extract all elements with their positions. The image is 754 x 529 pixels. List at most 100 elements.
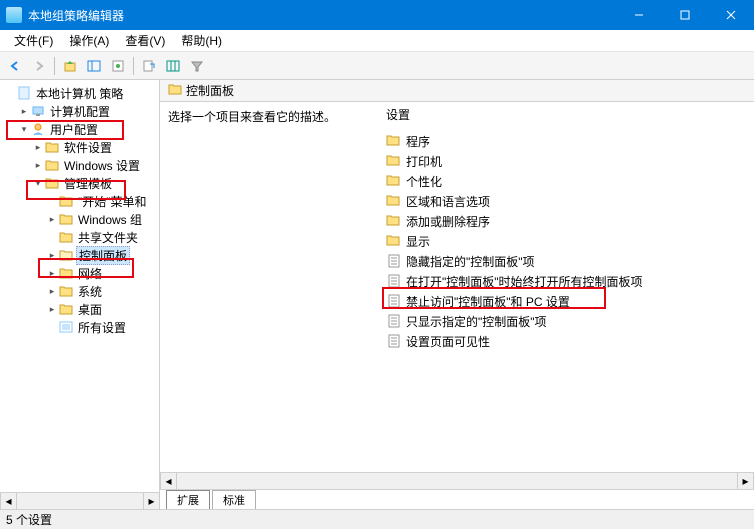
folder-icon	[386, 154, 402, 168]
tree-network[interactable]: ▸ 网络	[4, 264, 159, 282]
folder-icon	[386, 134, 402, 148]
horizontal-scrollbar[interactable]: ◂ ▸	[160, 472, 754, 489]
user-icon	[30, 122, 46, 136]
caret-right-icon: ▸	[46, 285, 58, 297]
folder-icon	[168, 83, 182, 98]
folder-icon	[44, 140, 60, 154]
tree-system[interactable]: ▸ 系统	[4, 282, 159, 300]
scroll-right-icon[interactable]: ▸	[737, 473, 754, 489]
menu-action[interactable]: 操作(A)	[61, 30, 117, 51]
caret-right-icon: ▸	[32, 141, 44, 153]
computer-icon	[30, 104, 46, 118]
tree-desktop[interactable]: ▸ 桌面	[4, 300, 159, 318]
folder-icon	[58, 284, 74, 298]
policy-setting-icon	[386, 254, 402, 268]
menu-file[interactable]: 文件(F)	[6, 30, 61, 51]
maximize-button[interactable]	[662, 0, 708, 30]
settings-list: 程序 打印机 个性化 区域和语言选项 添加或删除程序 显示 隐藏指定的"控制面板…	[380, 127, 754, 351]
folder-icon	[386, 214, 402, 228]
folder-icon	[386, 174, 402, 188]
tree-pane[interactable]: 本地计算机 策略 ▸ 计算机配置 ▾ 用户配置 ▸ 软件设置 ▸ Windows…	[0, 80, 160, 509]
close-button[interactable]	[708, 0, 754, 30]
settings-folder-item[interactable]: 个性化	[386, 171, 754, 191]
properties-button[interactable]	[107, 55, 129, 77]
folder-icon	[58, 266, 74, 280]
menu-help[interactable]: 帮助(H)	[173, 30, 230, 51]
caret-right-icon: ▸	[18, 105, 30, 117]
tree-windows-components[interactable]: ▸ Windows 组	[4, 210, 159, 228]
settings-folder-item[interactable]: 添加或删除程序	[386, 211, 754, 231]
policy-setting-icon	[386, 334, 402, 348]
minimize-button[interactable]	[616, 0, 662, 30]
back-button[interactable]	[4, 55, 26, 77]
description-text: 选择一个项目来查看它的描述。	[168, 108, 372, 125]
forward-button[interactable]	[28, 55, 50, 77]
tab-extended[interactable]: 扩展	[166, 490, 210, 509]
menubar: 文件(F) 操作(A) 查看(V) 帮助(H)	[0, 30, 754, 52]
settings-column-header[interactable]: 设置	[380, 102, 754, 127]
settings-policy-item[interactable]: 隐藏指定的"控制面板"项	[386, 251, 754, 271]
tree-root[interactable]: 本地计算机 策略	[4, 84, 159, 102]
tab-standard[interactable]: 标准	[212, 490, 256, 509]
menu-view[interactable]: 查看(V)	[117, 30, 173, 51]
tree-all-settings[interactable]: 所有设置	[4, 318, 159, 336]
folder-icon	[386, 194, 402, 208]
tree-user-config[interactable]: ▾ 用户配置	[4, 120, 159, 138]
caret-down-icon: ▾	[32, 177, 44, 189]
window-title: 本地组策略编辑器	[28, 7, 616, 24]
settings-policy-item[interactable]: 只显示指定的"控制面板"项	[386, 311, 754, 331]
policy-setting-icon	[386, 274, 402, 288]
titlebar: 本地组策略编辑器	[0, 0, 754, 30]
caret-right-icon: ▸	[46, 213, 58, 225]
tree-shared-folders[interactable]: 共享文件夹	[4, 228, 159, 246]
tree-control-panel[interactable]: ▸ 控制面板	[4, 246, 159, 264]
scroll-right-icon[interactable]: ▸	[143, 493, 160, 509]
caret-right-icon: ▸	[32, 159, 44, 171]
tree-horizontal-scrollbar[interactable]: ◂ ▸	[0, 492, 160, 509]
statusbar: 5 个设置	[0, 509, 754, 529]
scroll-left-icon[interactable]: ◂	[160, 473, 177, 489]
folder-open-icon	[58, 248, 74, 262]
caret-right-icon: ▸	[46, 303, 58, 315]
export-button[interactable]	[138, 55, 160, 77]
details-header-title: 控制面板	[186, 82, 234, 99]
policy-icon	[16, 86, 32, 100]
status-text: 5 个设置	[6, 511, 52, 528]
folder-icon	[44, 158, 60, 172]
show-hide-tree-button[interactable]	[83, 55, 105, 77]
content-area: 本地计算机 策略 ▸ 计算机配置 ▾ 用户配置 ▸ 软件设置 ▸ Windows…	[0, 80, 754, 509]
settings-policy-item[interactable]: 设置页面可见性	[386, 331, 754, 351]
folder-icon	[58, 194, 74, 208]
tree-computer-config[interactable]: ▸ 计算机配置	[4, 102, 159, 120]
folder-icon	[44, 176, 60, 190]
settings-policy-item[interactable]: 在打开"控制面板"时始终打开所有控制面板项	[386, 271, 754, 291]
up-button[interactable]	[59, 55, 81, 77]
details-tabs: 扩展 标准	[160, 489, 754, 509]
tree-admin-templates[interactable]: ▾ 管理模板	[4, 174, 159, 192]
filter-button[interactable]	[186, 55, 208, 77]
folder-icon	[58, 212, 74, 226]
details-header: 控制面板	[160, 80, 754, 102]
folder-icon	[386, 234, 402, 248]
folder-icon	[58, 230, 74, 244]
settings-folder-item[interactable]: 程序	[386, 131, 754, 151]
settings-list-icon	[58, 320, 74, 334]
right-pane: 控制面板 选择一个项目来查看它的描述。 设置 程序 打印机 个性化 区域和语言选…	[160, 80, 754, 509]
folder-icon	[58, 302, 74, 316]
settings-folder-item[interactable]: 打印机	[386, 151, 754, 171]
caret-right-icon: ▸	[46, 267, 58, 279]
caret-down-icon: ▾	[18, 123, 30, 135]
toolbar	[0, 52, 754, 80]
app-icon	[6, 7, 22, 23]
scroll-left-icon[interactable]: ◂	[0, 493, 17, 509]
policy-setting-icon	[386, 314, 402, 328]
tree-windows-settings[interactable]: ▸ Windows 设置	[4, 156, 159, 174]
tree-software-settings[interactable]: ▸ 软件设置	[4, 138, 159, 156]
tree-start-menu[interactable]: "开始"菜单和	[4, 192, 159, 210]
caret-right-icon: ▸	[46, 249, 58, 261]
settings-policy-item[interactable]: 禁止访问"控制面板"和 PC 设置	[386, 291, 754, 311]
policy-setting-icon	[386, 294, 402, 308]
filter-options-button[interactable]	[162, 55, 184, 77]
settings-folder-item[interactable]: 区域和语言选项	[386, 191, 754, 211]
settings-folder-item[interactable]: 显示	[386, 231, 754, 251]
